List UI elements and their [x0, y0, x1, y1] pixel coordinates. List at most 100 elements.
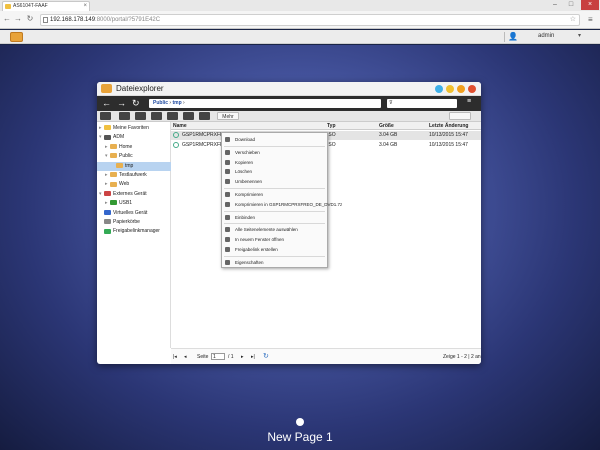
forward-button[interactable]: →	[13, 14, 23, 24]
tree-item[interactable]: ▾ ADM	[97, 133, 171, 142]
context-menu-item[interactable]: Komprimieren in GSP1RMCPRXFREO_DE_DVD1.7…	[222, 200, 342, 209]
tree-item[interactable]: ▸ Home	[97, 143, 171, 152]
iso-file-icon	[173, 142, 179, 148]
last-page-button[interactable]: ▸|	[251, 349, 255, 364]
context-menu-item[interactable]: Download	[222, 135, 327, 144]
folder-tree: ▸ Meine Favoriten ▾ ADM ▸ Home ▾ Public tmp ▸ Test…	[97, 122, 171, 348]
breadcrumb-tmp[interactable]: tmp	[172, 100, 181, 106]
path-bar: ← → ↻ Public › tmp › ⊽ ≡	[97, 96, 481, 111]
tree-item[interactable]: Freigabelinkmanager	[97, 227, 171, 236]
minimize-button[interactable]: –	[548, 0, 562, 10]
share-button[interactable]	[167, 112, 178, 120]
menu-item-icon	[225, 192, 230, 197]
tree-item[interactable]: tmp	[97, 161, 171, 171]
copy-button[interactable]	[135, 112, 146, 120]
tree-item[interactable]: Virtuelles Gerät	[97, 209, 171, 218]
context-menu-item[interactable]: Eigenschaften	[222, 258, 327, 267]
refresh-icon[interactable]: ↻	[132, 98, 140, 109]
menu-separator	[224, 188, 325, 189]
column-size[interactable]: Größe	[379, 122, 394, 130]
back-button[interactable]: ←	[2, 14, 12, 24]
reload-button[interactable]: ↻	[25, 14, 35, 24]
column-name[interactable]: Name	[173, 122, 187, 130]
tree-item[interactable]: ▸ Web	[97, 180, 171, 189]
file-list-header: Name Typ Größe Letzte Änderung	[171, 122, 481, 130]
first-page-button[interactable]: |◂	[173, 349, 177, 364]
context-menu-item[interactable]: Komprimieren	[222, 190, 327, 199]
page-label: New Page 1	[267, 430, 333, 444]
upload-button[interactable]	[100, 112, 111, 120]
context-menu-item[interactable]: Alle Seitenelemente auswählen	[222, 225, 327, 234]
tree-item-label: Public	[119, 153, 133, 160]
item-count: Zeige 1 - 2 | 2 an	[443, 354, 481, 360]
bookmark-star-icon[interactable]: ☆	[570, 15, 576, 25]
close-window-button[interactable]	[468, 85, 476, 93]
tree-item[interactable]: ▸ Meine Favoriten	[97, 124, 171, 133]
context-menu-item[interactable]: In neuem Fenster öffnen	[222, 235, 327, 244]
breadcrumb[interactable]: Public › tmp ›	[149, 99, 381, 108]
minimize-window-button[interactable]	[446, 85, 454, 93]
user-icon[interactable]: 👤	[508, 32, 518, 42]
rename-button[interactable]	[199, 112, 210, 120]
refresh-list-icon[interactable]: ↻	[263, 349, 269, 364]
help-button[interactable]	[435, 85, 443, 93]
menu-item-label: Download	[235, 137, 256, 142]
browser-tab[interactable]: AS6104T-FAAF ×	[2, 1, 90, 11]
folder-icon	[104, 134, 111, 140]
page-number-input[interactable]: 1	[211, 353, 225, 360]
view-mode-button[interactable]	[449, 112, 471, 120]
prev-page-button[interactable]: ◂	[184, 349, 187, 364]
folder-icon	[110, 143, 117, 149]
column-type[interactable]: Typ	[327, 122, 336, 130]
maximize-button[interactable]: □	[564, 0, 578, 10]
tree-item-label: Meine Favoriten	[113, 125, 149, 131]
folder-icon	[110, 153, 117, 159]
back-arrow-icon[interactable]: ←	[102, 98, 111, 109]
close-button[interactable]: ×	[581, 0, 599, 10]
tree-item[interactable]: ▸ Testlaufwerk	[97, 171, 171, 180]
folder-icon	[104, 228, 111, 234]
path-menu-icon[interactable]: ≡	[467, 98, 471, 105]
page-indicator-dot[interactable]	[296, 418, 304, 426]
iso-file-icon	[173, 132, 179, 138]
tree-item[interactable]: ▸ USB1	[97, 199, 171, 208]
menu-item-icon	[225, 179, 230, 185]
tree-item-label: Testlaufwerk	[119, 172, 147, 178]
tree-item-label: Virtuelles Gerät	[113, 209, 148, 216]
new-folder-button[interactable]	[119, 112, 130, 120]
context-menu-item[interactable]: Umbenennen	[222, 177, 327, 186]
breadcrumb-public[interactable]: Public	[153, 100, 168, 106]
user-dropdown-icon[interactable]: ▾	[578, 32, 581, 39]
folder-icon	[104, 209, 111, 215]
nas-topbar: 👤 admin ▾	[0, 30, 600, 44]
browser-menu-icon[interactable]: ≡	[588, 15, 596, 24]
tree-item[interactable]: ▾ Public	[97, 152, 171, 161]
forward-arrow-icon[interactable]: →	[117, 98, 126, 109]
context-menu-item[interactable]: Kopieren	[222, 158, 327, 167]
next-page-button[interactable]: ▸	[241, 349, 244, 364]
username-label[interactable]: admin	[538, 33, 554, 39]
download-button[interactable]	[151, 112, 162, 120]
more-button[interactable]: Mehr	[217, 112, 239, 120]
menu-separator	[224, 145, 325, 147]
maximize-window-button[interactable]	[457, 85, 465, 93]
tab-title: AS6104T-FAAF	[13, 3, 48, 9]
tree-item[interactable]: ▾ Externes Gerät	[97, 190, 171, 199]
file-modified: 10/13/2015 15:47	[429, 142, 468, 148]
tree-item-label: tmp	[125, 162, 134, 169]
nas-home-icon[interactable]	[10, 32, 23, 42]
context-menu-item[interactable]: Freigabelink erstellen	[222, 245, 327, 254]
tree-item[interactable]: Papierkörbe	[97, 218, 171, 227]
filter-input[interactable]: ⊽	[387, 99, 457, 108]
context-menu-item[interactable]: Löschen	[222, 167, 327, 176]
window-titlebar[interactable]: Dateiexplorer	[97, 82, 481, 96]
move-button[interactable]	[183, 112, 194, 120]
context-menu-item[interactable]: Verschieben	[222, 148, 327, 157]
column-modified[interactable]: Letzte Änderung	[429, 122, 468, 130]
context-menu-item[interactable]: Einbinden	[222, 213, 327, 222]
url-input[interactable]: 192.168.178.149:8000/portal/?5791E42C ☆	[40, 14, 580, 26]
folder-icon	[104, 219, 111, 225]
tab-close-icon[interactable]: ×	[83, 2, 87, 11]
breadcrumb-separator: ›	[169, 100, 172, 106]
tree-item-label: Freigabelinkmanager	[113, 228, 160, 235]
